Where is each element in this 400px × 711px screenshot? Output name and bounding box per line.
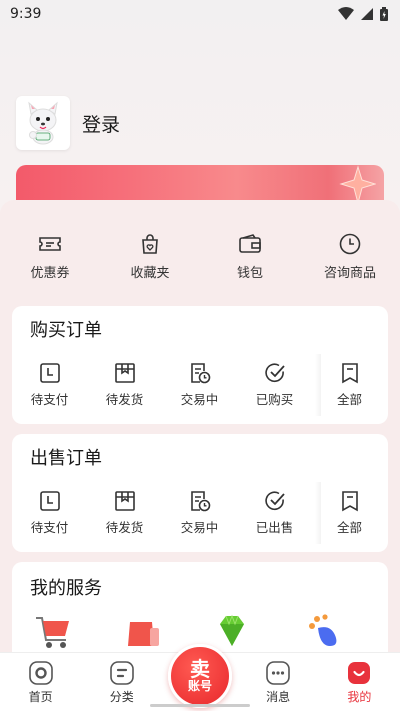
sell-order-pending-shipment[interactable]: 待发货 — [87, 490, 162, 546]
quick-link-label: 钱包 — [236, 266, 263, 281]
check-icon — [264, 491, 285, 511]
buy-order-pending-payment[interactable]: 待支付 — [12, 362, 87, 418]
coupon-icon — [39, 237, 61, 251]
buy-order-in-trade[interactable]: 交易中 — [162, 362, 237, 418]
quick-link-favorites[interactable]: 收藏夹 — [105, 232, 195, 292]
status-bar: 9:39 — [0, 0, 400, 28]
wallet-icon — [239, 234, 261, 253]
diamond-icon[interactable] — [212, 612, 252, 650]
star-decoration-icon — [339, 165, 376, 205]
buy-orders-card: 购买订单 待支付 待发货 交易中 已购买 全部 — [12, 306, 388, 424]
check-icon — [264, 363, 285, 383]
quick-link-label: 优惠券 — [30, 266, 70, 281]
quick-links: 优惠券 收藏夹 钱包 咨询商品 — [0, 232, 400, 292]
mascot-dog-avatar-icon — [28, 101, 58, 145]
all-orders-icon — [341, 491, 358, 512]
sell-button-sub-text: 账号 — [187, 679, 212, 693]
favorites-bag-icon — [142, 234, 158, 254]
buy-order-pending-shipment[interactable]: 待发货 — [87, 362, 162, 418]
tab-messages[interactable]: 消息 — [243, 661, 313, 705]
mine-icon — [348, 662, 371, 684]
order-item-label: 已出售 — [255, 520, 294, 535]
buy-order-all[interactable]: 全部 — [312, 362, 387, 418]
paw-icon[interactable] — [302, 612, 342, 650]
login-link[interactable]: 登录 — [82, 110, 120, 137]
quick-link-label: 收藏夹 — [130, 266, 170, 281]
buy-orders-title: 购买订单 — [30, 320, 102, 341]
buy-order-purchased[interactable]: 已购买 — [237, 362, 312, 418]
tab-label: 消息 — [266, 690, 291, 704]
order-item-label: 已购买 — [255, 392, 294, 407]
category-icon — [109, 661, 134, 685]
sell-orders-card: 出售订单 待支付 待发货 交易中 已出售 全部 — [12, 434, 388, 552]
signal-icon — [361, 8, 373, 20]
tab-category[interactable]: 分类 — [87, 661, 157, 705]
in-trade-icon — [190, 363, 210, 384]
order-item-label: 交易中 — [180, 392, 219, 407]
pending-ship-icon — [114, 491, 135, 511]
tab-home[interactable]: 首页 — [6, 661, 76, 705]
status-time: 9:39 — [10, 6, 42, 22]
sell-order-all[interactable]: 全部 — [312, 490, 387, 546]
sell-orders-row: 待支付 待发货 交易中 已出售 全部 — [12, 490, 388, 546]
status-icons — [338, 7, 388, 21]
sell-orders-title: 出售订单 — [30, 448, 102, 469]
quick-link-label: 咨询商品 — [323, 266, 376, 281]
quick-link-inquiries[interactable]: 咨询商品 — [305, 232, 395, 292]
order-item-label: 全部 — [336, 392, 362, 407]
avatar[interactable] — [16, 96, 70, 150]
order-item-label: 待支付 — [30, 392, 69, 407]
order-item-label: 待发货 — [105, 392, 144, 407]
profile-section[interactable]: 登录 — [16, 96, 120, 150]
battery-icon — [380, 7, 388, 21]
sell-order-pending-payment[interactable]: 待支付 — [12, 490, 87, 546]
tab-label: 我的 — [347, 690, 372, 704]
message-icon — [266, 661, 290, 685]
sell-account-button[interactable]: 卖 账号 — [168, 644, 232, 708]
sell-order-in-trade[interactable]: 交易中 — [162, 490, 237, 546]
shopping-bag-icon[interactable] — [122, 612, 162, 650]
quick-link-wallet[interactable]: 钱包 — [205, 232, 295, 292]
order-item-label: 待发货 — [105, 520, 144, 535]
order-item-label: 待支付 — [30, 520, 69, 535]
services-row — [32, 612, 342, 650]
services-title: 我的服务 — [30, 578, 102, 599]
shopping-cart-icon[interactable] — [32, 612, 72, 650]
in-trade-icon — [190, 491, 210, 512]
sell-button-main-text: 卖 — [190, 657, 210, 681]
sell-order-sold[interactable]: 已出售 — [237, 490, 312, 546]
tab-mine[interactable]: 我的 — [324, 661, 394, 705]
pending-ship-icon — [114, 363, 135, 383]
buy-orders-row: 待支付 待发货 交易中 已购买 全部 — [12, 362, 388, 418]
quick-link-coupon[interactable]: 优惠券 — [5, 232, 95, 292]
clock-icon — [339, 233, 361, 255]
wifi-icon — [338, 7, 354, 20]
home-indicator — [150, 704, 250, 707]
tab-label: 首页 — [28, 690, 53, 704]
home-icon — [28, 661, 53, 685]
pending-pay-icon — [39, 363, 60, 383]
order-item-label: 交易中 — [180, 520, 219, 535]
all-orders-icon — [341, 363, 358, 384]
tab-label: 分类 — [109, 690, 134, 704]
order-item-label: 全部 — [336, 520, 362, 535]
pending-pay-icon — [39, 491, 60, 511]
